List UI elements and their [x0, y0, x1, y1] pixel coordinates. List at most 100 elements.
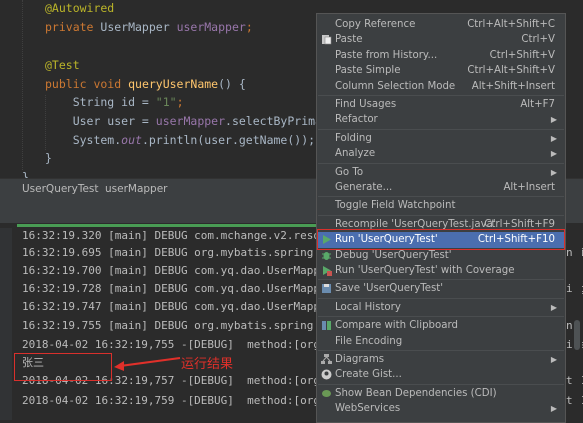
menu-item-run-userquerytest-with-coverage[interactable]: Run 'UserQueryTest' with Coverage — [317, 263, 565, 279]
menu-item-label: Go To — [335, 166, 364, 178]
menu-separator — [318, 196, 564, 198]
console-line: 2018-04-02 16:32:19,759 -[DEBUG] method:… — [22, 394, 347, 407]
submenu-arrow-icon: ▶ — [550, 149, 557, 159]
menu-item-shortcut: Ctrl+Shift+V — [489, 49, 555, 61]
menu-item-column-selection-mode[interactable]: Column Selection Mode Alt+Shift+Insert — [317, 79, 565, 95]
menu-item-save-userquerytest[interactable]: Save 'UserQueryTest' — [317, 281, 565, 297]
menu-item-paste[interactable]: Paste Ctrl+V — [317, 32, 565, 48]
menu-item-label: Refactor — [335, 114, 378, 126]
code-token: out — [121, 133, 142, 147]
menu-separator — [318, 350, 564, 351]
menu-item-analyze[interactable]: Analyze ▶ — [317, 146, 565, 162]
code-token: public void — [45, 77, 129, 91]
code-line[interactable]: String id = "1"; — [45, 93, 184, 111]
menu-item-local-history[interactable]: Local History ▶ — [317, 300, 565, 316]
run-highlight-box — [317, 229, 565, 250]
menu-item-label: Analyze — [335, 148, 376, 160]
submenu-arrow-icon: ▶ — [550, 133, 557, 143]
code-token: ; — [245, 20, 253, 34]
menu-item-label: File Encoding — [335, 335, 403, 347]
code-token: User user = — [45, 114, 156, 128]
code-token: "1" — [155, 95, 177, 109]
menu-item-label: Save 'UserQueryTest' — [335, 283, 444, 295]
code-token: queryUserName — [128, 77, 219, 91]
menu-item-diagrams[interactable]: Diagrams ▶ — [317, 352, 565, 368]
menu-item-create-gist[interactable]: Create Gist... — [317, 367, 565, 383]
menu-item-folding[interactable]: Folding ▶ — [317, 131, 565, 147]
menu-separator — [318, 128, 564, 130]
breadcrumb-separator-icon: › — [94, 182, 98, 193]
code-line[interactable]: private UserMapper userMapper; — [45, 18, 253, 36]
menu-item-shortcut: Ctrl+V — [521, 34, 555, 46]
menu-item-show-bean-dependencies-cdi[interactable]: Show Bean Dependencies (CDI) — [317, 386, 565, 402]
compare-icon — [321, 320, 332, 331]
indent-guide — [45, 95, 46, 150]
menu-item-label: Create Gist... — [335, 369, 402, 381]
gist-icon — [321, 369, 332, 380]
submenu-arrow-icon: ▶ — [550, 115, 557, 125]
code-line[interactable]: @Autowired — [45, 0, 114, 17]
menu-item-label: Local History — [335, 301, 401, 313]
menu-separator — [318, 214, 564, 216]
menu-item-refactor[interactable]: Refactor ▶ — [317, 112, 565, 128]
menu-separator — [318, 316, 564, 318]
coverage-icon — [321, 265, 332, 276]
debug-icon — [321, 250, 332, 261]
menu-item-label: Show Bean Dependencies (CDI) — [335, 387, 497, 399]
menu-item-generate[interactable]: Generate... Alt+Insert — [317, 180, 565, 196]
menu-item-label: Paste — [335, 34, 363, 46]
code-line[interactable]: @Test — [45, 56, 80, 74]
menu-item-label: Run 'UserQueryTest' with Coverage — [335, 265, 515, 276]
menu-item-go-to[interactable]: Go To ▶ — [317, 165, 565, 181]
menu-item-shortcut: Alt+Insert — [503, 182, 555, 193]
menu-item-label: Generate... — [335, 182, 393, 193]
submenu-arrow-icon: ▶ — [550, 355, 557, 364]
code-token: .println(user.getName()); — [141, 133, 316, 147]
annotation-arrow-icon — [114, 357, 181, 371]
menu-item-label: WebServices — [335, 403, 401, 415]
menu-separator — [318, 383, 564, 385]
menu-item-paste-simple[interactable]: Paste Simple Ctrl+Alt+Shift+V — [317, 63, 565, 79]
menu-item-file-encoding[interactable]: File Encoding — [317, 334, 565, 350]
menu-item-compare-with-clipboard[interactable]: Compare with Clipboard — [317, 318, 565, 334]
console-scrollbar-thumb[interactable] — [574, 320, 580, 350]
console-gutter — [0, 228, 12, 420]
console-line: 2018-04-02 16:32:19,755 -[DEBUG] method:… — [22, 338, 347, 351]
indent-guide — [22, 0, 23, 170]
menu-item-label: Compare with Clipboard — [335, 320, 458, 332]
result-highlight-box — [14, 353, 112, 381]
menu-item-shortcut: Ctrl+Alt+Shift+C — [467, 19, 555, 30]
menu-item-shortcut: Alt+Shift+Insert — [471, 80, 555, 92]
code-line[interactable]: System.out.println(user.getName()); — [45, 131, 315, 149]
console-line: 16:32:19.728 [main] DEBUG com.yq.dao.Use… — [22, 282, 347, 295]
code-token: System. — [45, 133, 122, 147]
code-token: ; — [176, 95, 184, 109]
menu-item-toggle-field-watchpoint[interactable]: Toggle Field Watchpoint — [317, 198, 565, 214]
code-token: } — [45, 151, 52, 165]
breadcrumb-class[interactable]: UserQueryTest — [22, 183, 99, 195]
menu-item-label: Paste Simple — [335, 65, 401, 77]
bean-icon — [321, 388, 332, 399]
menu-item-paste-from-history[interactable]: Paste from History... Ctrl+Shift+V — [317, 48, 565, 64]
menu-separator — [318, 279, 564, 281]
breadcrumb-member[interactable]: userMapper — [105, 183, 168, 195]
menu-item-shortcut: Ctrl+Alt+Shift+V — [467, 65, 555, 77]
menu-item-webservices[interactable]: WebServices ▶ — [317, 401, 565, 417]
code-line[interactable]: } — [45, 149, 52, 167]
menu-item-label: Toggle Field Watchpoint — [335, 200, 456, 212]
console-line: 16:32:19.320 [main] DEBUG com.mchange.v2… — [22, 229, 340, 242]
save-icon — [321, 283, 332, 294]
menu-item-label: Copy Reference — [335, 19, 416, 30]
menu-item-shortcut: Alt+F7 — [520, 99, 555, 110]
code-line[interactable]: User user = userMapper.selectByPrimaryKe… — [45, 112, 357, 130]
code-token: userMapper — [155, 114, 226, 128]
submenu-arrow-icon: ▶ — [550, 404, 557, 414]
editor-context-menu: Copy Reference Ctrl+Alt+Shift+C Paste Ctrl+… — [316, 13, 566, 423]
menu-item-label: Paste from History... — [335, 49, 438, 61]
code-line[interactable]: public void queryUserName() { — [45, 75, 246, 93]
menu-item-copy-reference[interactable]: Copy Reference Ctrl+Alt+Shift+C — [317, 17, 565, 33]
menu-item-find-usages[interactable]: Find Usages Alt+F7 — [317, 97, 565, 113]
paste-icon — [321, 34, 332, 45]
console-line: 16:32:19.747 [main] DEBUG com.yq.dao.Use… — [22, 300, 347, 313]
menu-item-label: Column Selection Mode — [335, 80, 456, 92]
